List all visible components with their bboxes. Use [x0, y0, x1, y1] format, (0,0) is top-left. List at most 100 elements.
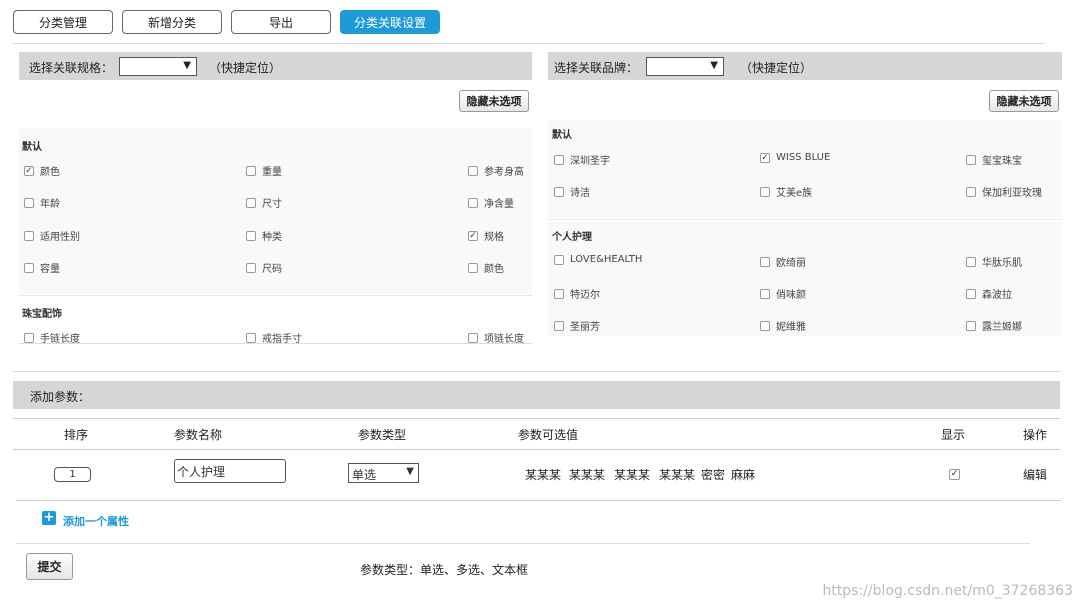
spec-option[interactable]: ✓ 规格	[468, 228, 504, 243]
checkbox-checked-icon[interactable]: ✓	[24, 165, 34, 176]
checkbox-icon[interactable]	[468, 262, 478, 273]
param-option-value: 某某某	[525, 468, 562, 482]
checkbox-icon[interactable]	[24, 262, 34, 273]
param-option-value: 某某某	[569, 468, 606, 482]
spec-option-label: 颜色	[484, 264, 504, 275]
checkbox-icon[interactable]	[246, 262, 256, 273]
spec-group-divider	[19, 295, 532, 296]
brand-hide-unselected-button[interactable]: 隐藏未选项	[989, 90, 1059, 112]
brand-option[interactable]: ✓ WISS BLUE	[760, 152, 830, 163]
checkbox-icon[interactable]	[468, 332, 478, 343]
spec-option-label: 适用性别	[40, 232, 80, 243]
brand-select[interactable]: ▼	[646, 57, 724, 76]
brand-group-divider	[548, 219, 1062, 220]
spec-option[interactable]: 年龄	[24, 195, 60, 210]
spec-hide-unselected-button[interactable]: 隐藏未选项	[459, 90, 529, 112]
spec-option-label: 颜色	[40, 167, 60, 178]
tab-category-link-settings[interactable]: 分类关联设置	[340, 10, 440, 34]
param-name-input[interactable]: 个人护理	[174, 459, 286, 483]
spec-option-label: 规格	[484, 232, 504, 243]
brand-option-label: 艾美e族	[776, 188, 813, 199]
checkbox-icon[interactable]	[966, 256, 976, 267]
checkbox-icon[interactable]	[554, 186, 564, 197]
edit-link[interactable]: 编辑	[1023, 466, 1047, 483]
checkbox-icon[interactable]	[24, 230, 34, 241]
spec-option[interactable]: 容量	[24, 260, 60, 275]
spec-option[interactable]: ✓ 颜色	[24, 163, 60, 178]
checkbox-icon[interactable]	[760, 186, 770, 197]
add-row-bottom-line	[16, 543, 1030, 544]
checkbox-checked-icon[interactable]: ✓	[760, 152, 770, 163]
param-option-value: 某某某	[659, 468, 696, 482]
brand-option[interactable]: 圣丽芳	[554, 318, 600, 333]
spec-select[interactable]: ▼	[119, 57, 197, 76]
checkbox-icon[interactable]	[554, 154, 564, 165]
brand-option-label: 诗洁	[570, 188, 590, 199]
checkbox-icon[interactable]	[554, 320, 564, 331]
brand-option[interactable]: 特迈尔	[554, 286, 600, 301]
brand-option[interactable]: 诗洁	[554, 184, 590, 199]
brand-option[interactable]: 华肽乐肌	[966, 254, 1022, 269]
checkbox-icon[interactable]	[246, 197, 256, 208]
spec-option[interactable]: 种类	[246, 228, 282, 243]
spec-option-label: 尺码	[262, 264, 282, 275]
brand-option-label: 森波拉	[982, 290, 1012, 301]
param-name-value: 个人护理	[177, 465, 226, 479]
spec-option[interactable]: 尺码	[246, 260, 282, 275]
spec-option[interactable]: 重量	[246, 163, 282, 178]
param-type-select[interactable]: 单选 ▼	[348, 463, 419, 483]
brand-option[interactable]: 艾美e族	[760, 184, 812, 199]
spec-option-label: 净含量	[484, 199, 514, 210]
spec-group-jewelry-title: 珠宝配饰	[22, 309, 62, 320]
checkbox-icon[interactable]	[554, 254, 564, 265]
params-header-bottom-line	[13, 449, 1060, 450]
show-checkbox[interactable]: ✓	[949, 469, 960, 480]
params-row-bottom-line	[16, 500, 1061, 501]
tab-category-manage[interactable]: 分类管理	[13, 10, 113, 34]
col-header-name: 参数名称	[174, 428, 223, 442]
brand-option[interactable]: 保加利亚玫瑰	[966, 184, 1042, 199]
panels-bottom-divider	[13, 371, 1061, 372]
add-icon[interactable]: +	[42, 511, 56, 525]
spec-option[interactable]: 参考身高	[468, 163, 524, 178]
brand-select-bar: 选择关联品牌： ▼ （快捷定位）	[548, 52, 1062, 80]
checkbox-icon[interactable]	[554, 288, 564, 299]
brand-option[interactable]: LOVE&HEALTH	[554, 254, 642, 265]
brand-select-label: 选择关联品牌：	[554, 61, 639, 75]
order-input[interactable]: 1	[54, 467, 91, 482]
checkbox-checked-icon[interactable]: ✓	[468, 230, 478, 241]
checkbox-icon[interactable]	[468, 165, 478, 176]
checkbox-icon[interactable]	[246, 230, 256, 241]
brand-option[interactable]: 欧绮丽	[760, 254, 806, 269]
brand-option[interactable]: 俏味颜	[760, 286, 806, 301]
checkbox-icon[interactable]	[760, 288, 770, 299]
spec-select-label: 选择关联规格：	[29, 61, 114, 75]
checkbox-icon[interactable]	[966, 288, 976, 299]
add-attribute-link[interactable]: 添加一个属性	[63, 513, 129, 529]
checkbox-icon[interactable]	[468, 197, 478, 208]
order-value: 1	[69, 469, 76, 480]
spec-option[interactable]: 尺寸	[246, 195, 282, 210]
checkbox-icon[interactable]	[246, 332, 256, 343]
brand-option[interactable]: 深圳圣宇	[554, 152, 610, 167]
checkbox-icon[interactable]	[246, 165, 256, 176]
spec-option[interactable]: 适用性别	[24, 228, 80, 243]
brand-option[interactable]: 森波拉	[966, 286, 1012, 301]
checkbox-icon[interactable]	[24, 197, 34, 208]
spec-option[interactable]: 颜色	[468, 260, 504, 275]
checkbox-icon[interactable]	[966, 154, 976, 165]
col-header-show: 显示	[941, 428, 966, 442]
brand-option[interactable]: 妮维雅	[760, 318, 806, 333]
brand-option[interactable]: 露兰姬娜	[966, 318, 1022, 333]
submit-button[interactable]: 提交	[26, 553, 73, 580]
brand-option[interactable]: 玺宝珠宝	[966, 152, 1022, 167]
checkbox-icon[interactable]	[966, 320, 976, 331]
param-option-value: 密密	[701, 468, 726, 482]
tab-export[interactable]: 导出	[231, 10, 331, 34]
checkbox-icon[interactable]	[760, 320, 770, 331]
spec-option[interactable]: 净含量	[468, 195, 514, 210]
checkbox-icon[interactable]	[760, 256, 770, 267]
checkbox-icon[interactable]	[24, 332, 34, 343]
checkbox-icon[interactable]	[966, 186, 976, 197]
tab-add-category[interactable]: 新增分类	[122, 10, 222, 34]
